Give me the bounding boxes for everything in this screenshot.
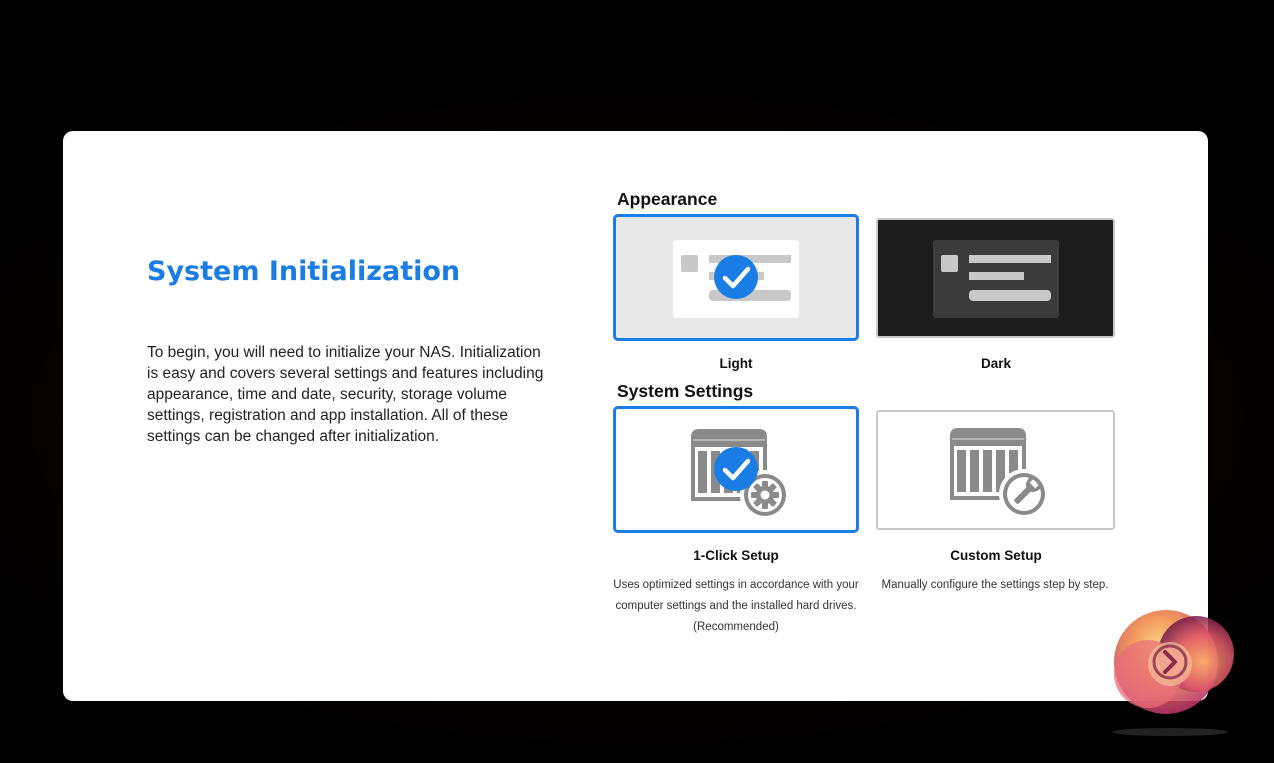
appearance-heading: Appearance [617,189,718,209]
system-settings-heading: System Settings [617,381,754,401]
setup-1-click-description: Uses optimized settings in accordance wi… [613,579,859,633]
nas-wrench-icon [950,428,1049,519]
selected-check-icon [714,255,758,299]
setup-1-click-label: 1-Click Setup [693,548,779,563]
selected-check-icon [714,447,758,491]
initialization-panel: System Initialization To begin, you will… [63,131,1208,701]
setup-option-1-click[interactable] [613,406,859,533]
appearance-option-light[interactable] [613,214,859,341]
watermark-logo-icon [1112,610,1234,736]
appearance-dark-label: Dark [980,356,1012,371]
page-title: System Initialization [147,256,461,287]
setup-custom-label: Custom Setup [950,548,1042,563]
dark-theme-preview-icon [933,240,1059,318]
setup-option-custom[interactable] [876,410,1115,530]
appearance-light-label: Light [719,356,753,371]
setup-custom-description: Manually configure the settings step by … [881,579,1109,591]
appearance-option-dark[interactable] [876,218,1115,338]
intro-description: To begin, you will need to initialize yo… [147,344,544,445]
